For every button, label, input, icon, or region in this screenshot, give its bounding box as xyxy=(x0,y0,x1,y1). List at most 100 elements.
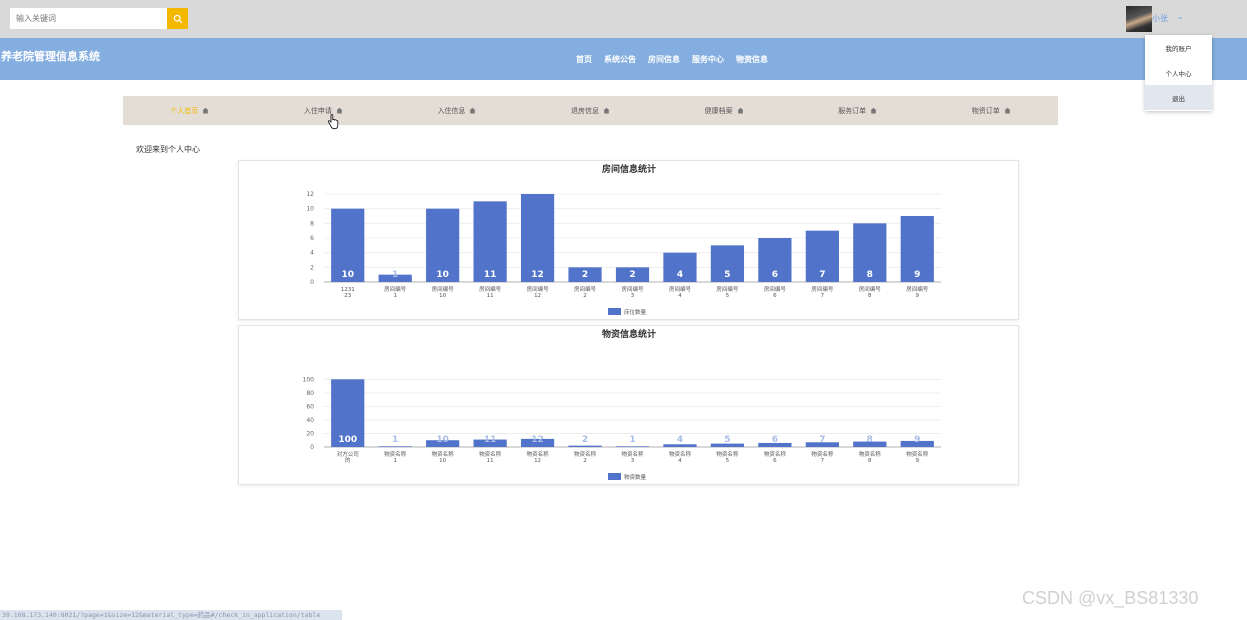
nav-materials[interactable]: 物资信息 xyxy=(736,54,768,65)
tab-label: 入住信息 xyxy=(437,106,466,115)
chevron-down-icon[interactable]: ⌄ xyxy=(1177,12,1184,21)
y-tick-label: 40 xyxy=(306,417,314,424)
x-tick-label: 物资名称 xyxy=(432,450,455,458)
x-tick-label: 9 xyxy=(916,293,920,299)
x-tick-label: 房间编号 xyxy=(906,285,929,293)
x-tick-label: 2 xyxy=(583,458,587,464)
x-tick-label: 房间编号 xyxy=(527,285,550,293)
site-title: 养老院管理信息系统 xyxy=(1,50,100,63)
x-tick-label: 房间编号 xyxy=(764,285,787,293)
tab-checkin-info[interactable]: 入住信息 xyxy=(390,96,524,125)
y-tick-label: 100 xyxy=(303,376,315,383)
home-icon xyxy=(336,107,343,114)
tab-label: 个人首页 xyxy=(170,106,199,115)
chart-title: 物资信息统计 xyxy=(602,328,656,340)
tab-material-orders[interactable]: 物资订单 xyxy=(924,96,1058,125)
menu-item-my-account[interactable]: 我的账户 xyxy=(1145,35,1212,60)
x-tick-label: 物资名称 xyxy=(479,450,502,458)
browser-status-url: 39.108.173.140:8021/?page=1&size=12&mate… xyxy=(0,610,342,620)
bar xyxy=(615,446,650,447)
data-label: 9 xyxy=(914,270,920,280)
data-label: 11 xyxy=(484,270,497,280)
data-label: 10 xyxy=(436,270,449,280)
avatar[interactable] xyxy=(1126,6,1152,32)
data-label: 5 xyxy=(724,435,730,445)
legend-label: 床位数量 xyxy=(624,308,647,316)
data-label: 1 xyxy=(629,435,635,445)
y-tick-label: 8 xyxy=(310,220,314,227)
x-tick-label: 物资名称 xyxy=(574,450,597,458)
x-tick-label: 12 xyxy=(534,293,541,299)
y-tick-label: 6 xyxy=(310,235,314,242)
x-tick-label: 10 xyxy=(439,458,446,464)
x-tick-label: 6 xyxy=(773,293,777,299)
x-tick-label: 8 xyxy=(868,458,872,464)
tab-service-orders[interactable]: 服务订单 xyxy=(791,96,925,125)
material-stats-chart: 物资信息统计020406080100100对方公司的1物资名称110物资名称10… xyxy=(303,328,941,481)
username[interactable]: 小张 xyxy=(1152,13,1168,24)
y-tick-label: 4 xyxy=(310,250,314,257)
x-tick-label: 物资名称 xyxy=(384,450,407,458)
data-label: 8 xyxy=(867,435,873,445)
x-tick-label: 房间编号 xyxy=(574,285,597,293)
x-tick-label: 物资名称 xyxy=(906,450,929,458)
tab-health-records[interactable]: 健康档案 xyxy=(657,96,791,125)
legend-swatch xyxy=(608,308,621,315)
x-tick-label: 23 xyxy=(344,293,351,299)
user-dropdown-menu: 我的账户 个人中心 退出 xyxy=(1145,35,1212,111)
data-label: 2 xyxy=(582,435,588,445)
x-tick-label: 1 xyxy=(393,458,397,464)
x-tick-label: 9 xyxy=(916,458,920,464)
x-tick-label: 11 xyxy=(487,293,494,299)
personal-subnav: 个人首页 入住申请 入住信息 退房信息 健康档案 服务订单 物资订单 xyxy=(123,96,1058,125)
nav-rooms[interactable]: 房间信息 xyxy=(648,54,680,65)
x-tick-label: 物资名称 xyxy=(527,450,550,458)
tab-checkin-application[interactable]: 入住申请 xyxy=(257,96,391,125)
tab-personal-home[interactable]: 个人首页 xyxy=(123,96,257,125)
data-label: 11 xyxy=(484,435,497,445)
bar xyxy=(568,445,602,447)
tab-checkout-info[interactable]: 退房信息 xyxy=(524,96,658,125)
y-tick-label: 0 xyxy=(310,279,314,286)
tab-label: 服务订单 xyxy=(838,106,867,115)
x-tick-label: 房间编号 xyxy=(859,285,882,293)
x-tick-label: 7 xyxy=(821,458,825,464)
y-tick-label: 20 xyxy=(306,430,314,437)
data-label: 6 xyxy=(772,435,778,445)
x-tick-label: 物资名称 xyxy=(764,450,787,458)
x-tick-label: 5 xyxy=(726,458,730,464)
tab-label: 物资订单 xyxy=(971,106,1000,115)
x-tick-label: 房间编号 xyxy=(669,285,692,293)
search-button[interactable] xyxy=(167,8,188,29)
nav-home[interactable]: 首页 xyxy=(576,54,592,65)
y-tick-label: 2 xyxy=(310,264,314,271)
watermark: CSDN @vx_BS81330 xyxy=(1022,588,1199,608)
data-label: 4 xyxy=(677,435,683,445)
x-tick-label: 4 xyxy=(678,293,682,299)
menu-item-logout[interactable]: 退出 xyxy=(1145,85,1212,110)
y-tick-label: 10 xyxy=(306,206,314,213)
data-label: 9 xyxy=(914,435,920,445)
menu-item-personal-center[interactable]: 个人中心 xyxy=(1145,60,1212,85)
x-tick-label: 5 xyxy=(726,293,730,299)
data-label: 2 xyxy=(629,270,635,280)
main-nav: 首页 系统公告 房间信息 服务中心 物资信息 xyxy=(576,54,768,65)
x-tick-label: 1 xyxy=(393,293,397,299)
data-label: 12 xyxy=(531,435,544,445)
home-icon xyxy=(469,107,476,114)
nav-announcements[interactable]: 系统公告 xyxy=(604,54,636,65)
x-tick-label: 物资名称 xyxy=(669,450,692,458)
data-label: 12 xyxy=(531,270,544,280)
tab-label: 退房信息 xyxy=(571,106,600,115)
search-input[interactable] xyxy=(10,8,167,29)
x-tick-label: 房间编号 xyxy=(384,285,407,293)
home-icon xyxy=(870,107,877,114)
y-tick-label: 0 xyxy=(310,444,314,451)
x-tick-label: 11 xyxy=(487,458,494,464)
x-tick-label: 2 xyxy=(583,293,587,299)
room-stats-chart: 房间信息统计024681012101231231房间编号110房间编号1011房… xyxy=(306,163,941,316)
nav-service-center[interactable]: 服务中心 xyxy=(692,54,724,65)
data-label: 1 xyxy=(392,270,398,280)
home-icon xyxy=(202,107,209,114)
home-icon xyxy=(737,107,744,114)
